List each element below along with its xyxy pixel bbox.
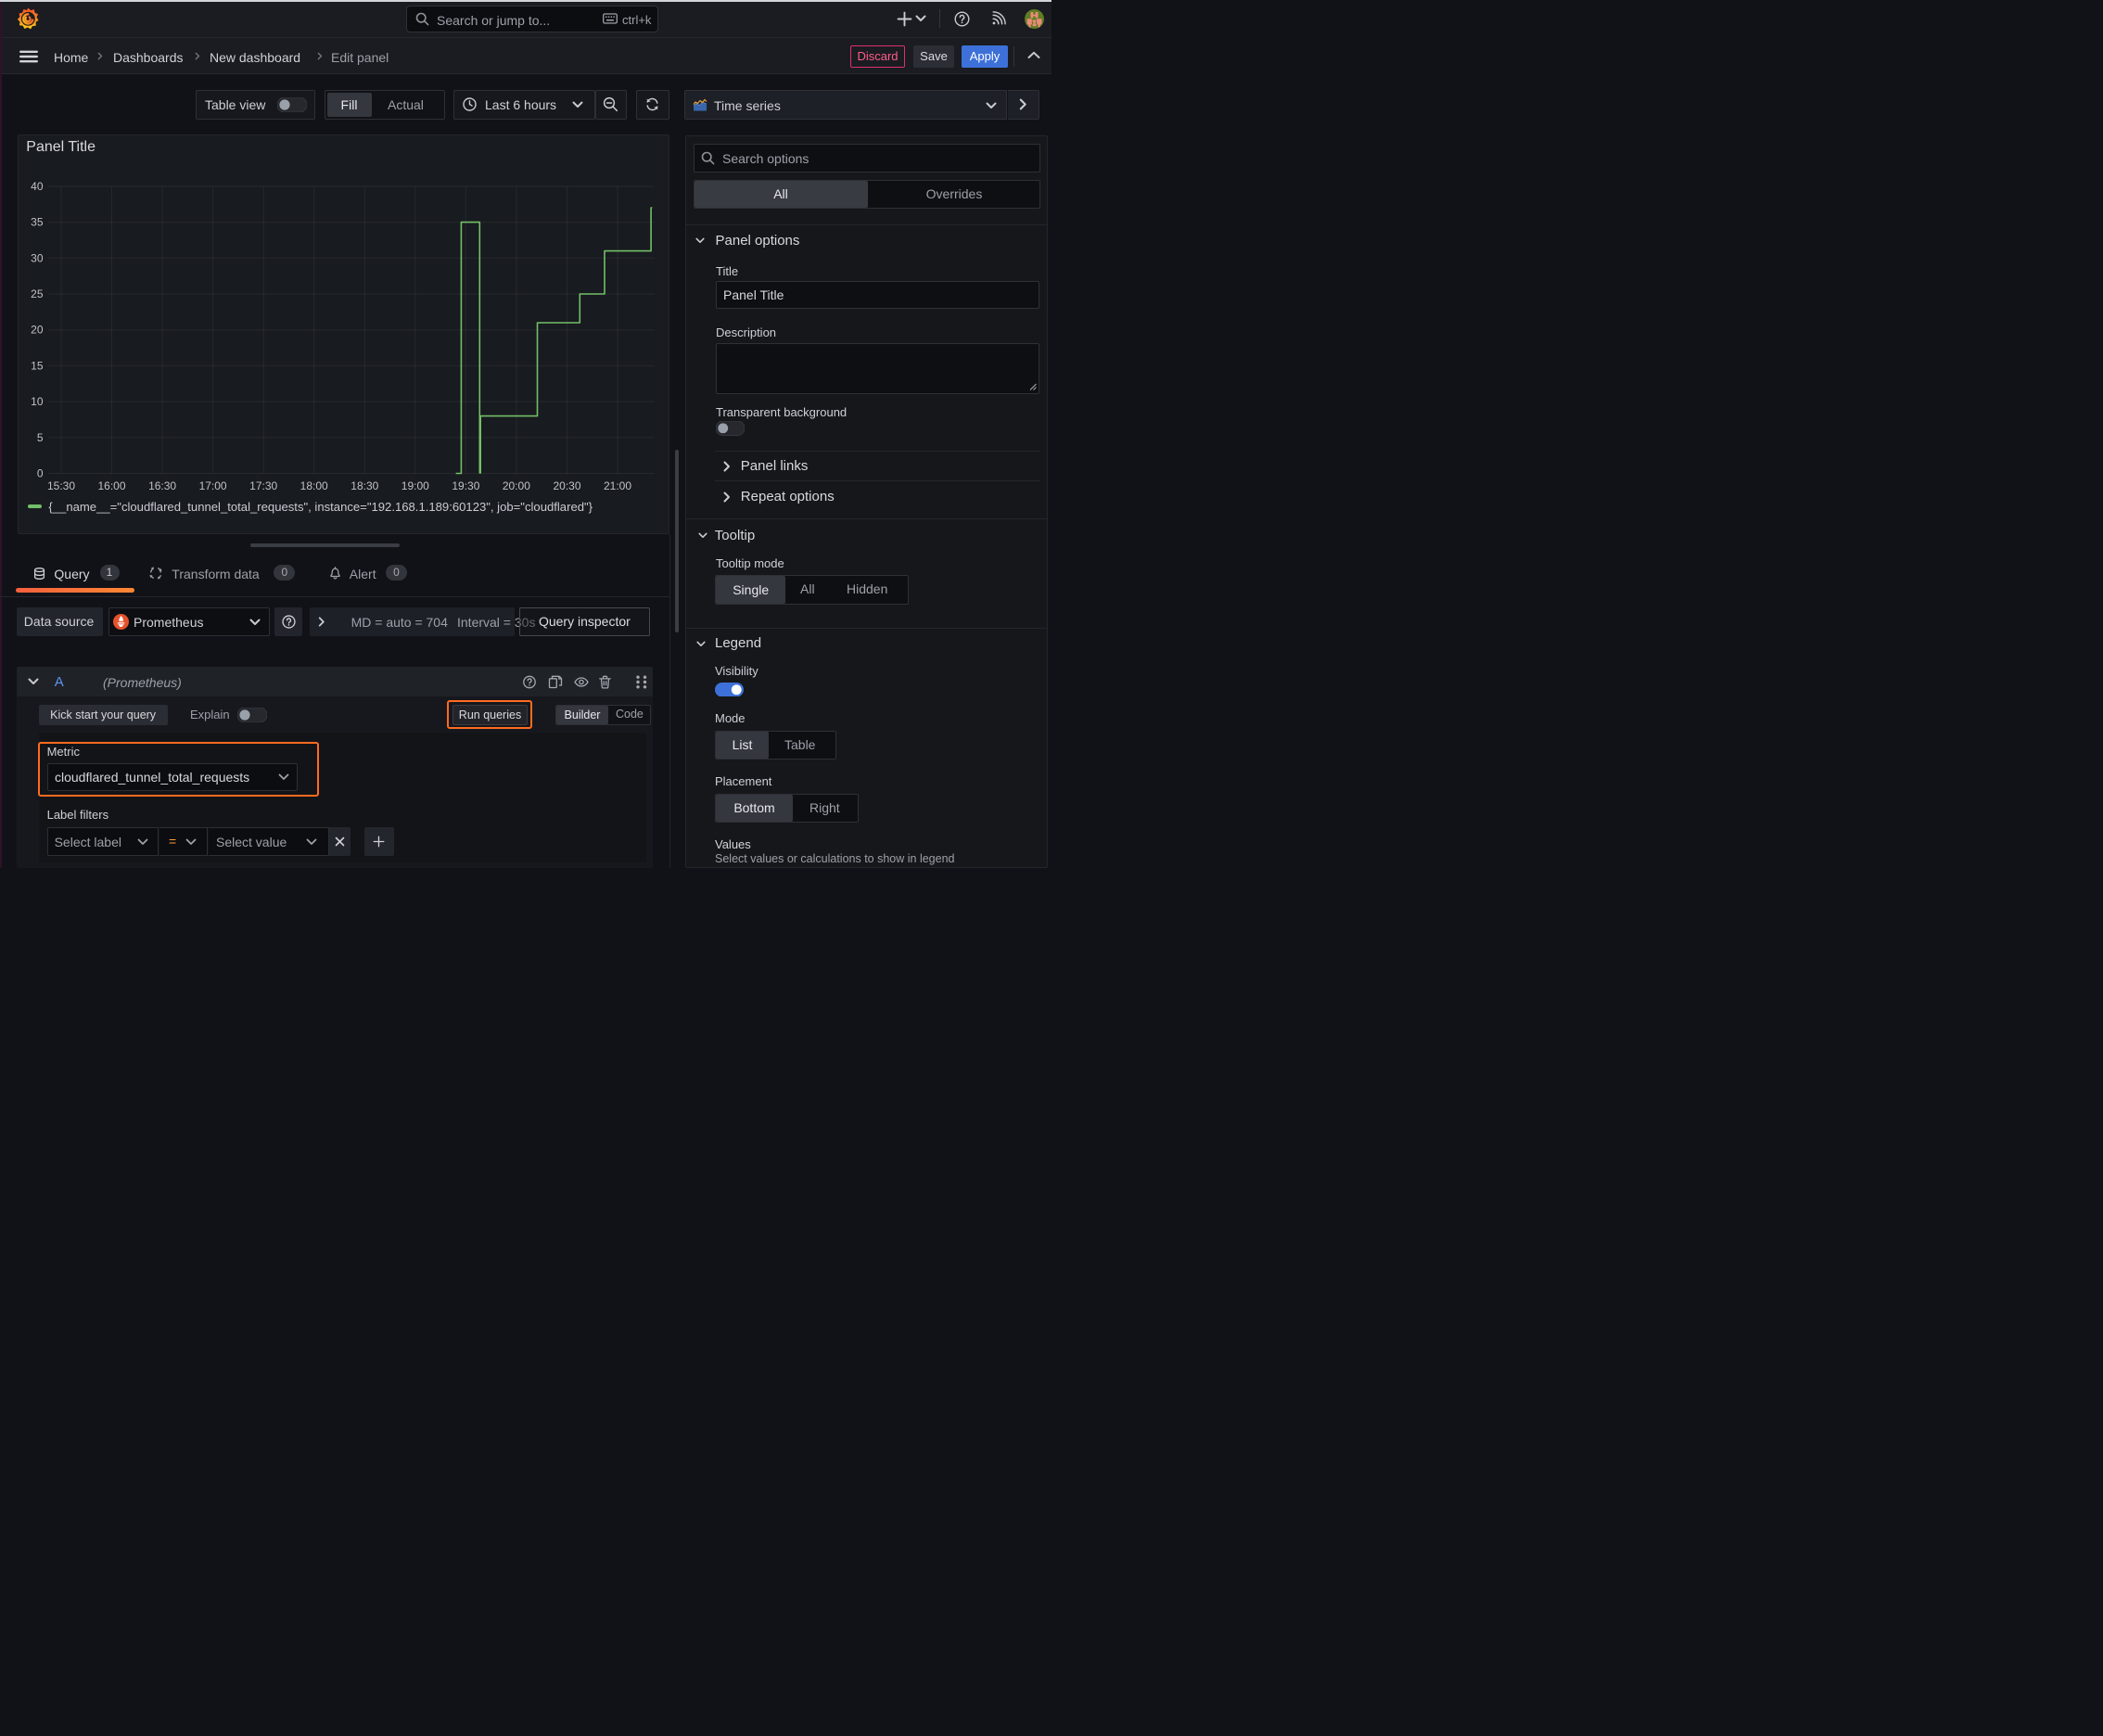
svg-text:0: 0: [37, 467, 44, 480]
svg-text:10: 10: [31, 395, 44, 408]
svg-text:21:00: 21:00: [604, 479, 631, 492]
svg-text:5: 5: [37, 431, 44, 444]
svg-text:16:30: 16:30: [148, 479, 176, 492]
svg-text:30: 30: [31, 251, 44, 264]
svg-text:17:30: 17:30: [249, 479, 277, 492]
svg-text:20: 20: [31, 324, 44, 337]
svg-text:17:00: 17:00: [199, 479, 227, 492]
svg-text:20:00: 20:00: [503, 479, 530, 492]
svg-text:40: 40: [31, 180, 44, 193]
svg-text:20:30: 20:30: [553, 479, 580, 492]
svg-text:18:00: 18:00: [300, 479, 328, 492]
svg-text:35: 35: [31, 216, 44, 229]
svg-text:15: 15: [31, 359, 44, 372]
svg-text:16:00: 16:00: [97, 479, 125, 492]
svg-text:18:30: 18:30: [350, 479, 378, 492]
svg-text:25: 25: [31, 287, 44, 300]
svg-text:19:00: 19:00: [401, 479, 429, 492]
svg-text:19:30: 19:30: [452, 479, 479, 492]
svg-text:15:30: 15:30: [47, 479, 75, 492]
